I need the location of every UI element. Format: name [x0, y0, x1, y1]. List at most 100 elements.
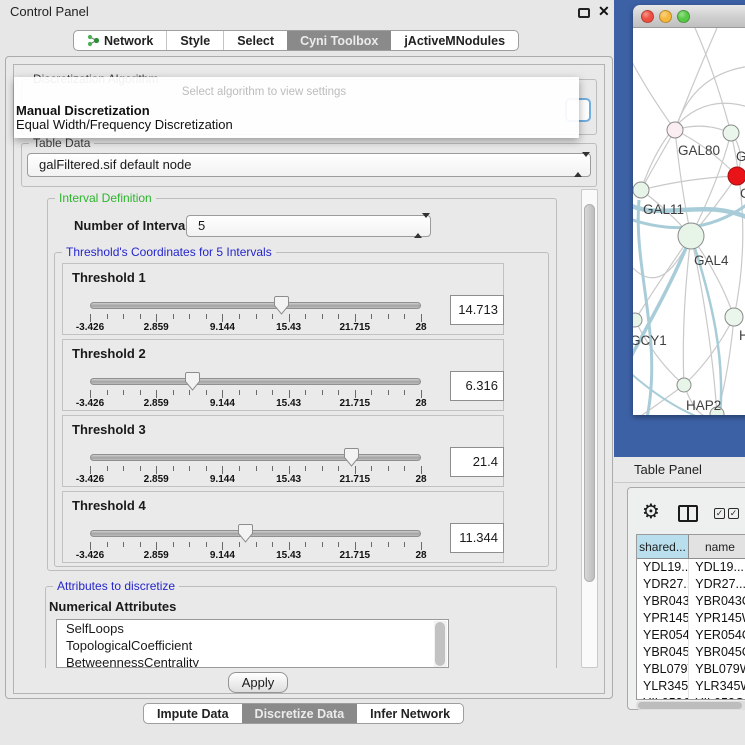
table-row[interactable]: YLR345WYLR345W [637, 678, 745, 695]
table-row[interactable]: YDL19...YDL19... [637, 559, 745, 576]
tick-mark [222, 390, 223, 398]
tick-mark [355, 314, 356, 322]
top-tab-bar: Network Style SelectCyni ToolboxjActiveMNo… [73, 30, 519, 51]
network-node-label: GA [736, 149, 745, 164]
dropdown-option-manual-discretization[interactable]: Manual Discretization [16, 103, 150, 118]
tab-style-label: Style [180, 34, 210, 48]
tick-mark [338, 390, 339, 395]
tick-mark [256, 390, 257, 395]
vertical-scrollbar[interactable] [581, 189, 598, 668]
tick-label: -3.426 [60, 474, 120, 485]
tick-mark [371, 314, 372, 319]
tab-style[interactable]: Style [166, 31, 223, 50]
zoom-traffic-light[interactable] [677, 10, 690, 23]
tick-label: 2.859 [126, 322, 186, 333]
tick-mark [272, 466, 273, 471]
table-row[interactable]: YDR27...YDR27... [637, 576, 745, 593]
network-view-window[interactable]: GAL80GACGAL11GAL4GCY1HHAP2 [633, 5, 745, 415]
tick-mark [388, 314, 389, 319]
table-row[interactable]: YBR043CYBR043C [637, 593, 745, 610]
tick-label: 28 [391, 550, 451, 561]
table-row[interactable]: YBR045CYBR045C [637, 644, 745, 661]
threshold-value-field[interactable]: 21.4 [450, 447, 504, 477]
horizontal-scrollbar[interactable] [636, 701, 745, 710]
tick-mark [239, 466, 240, 471]
slider-track[interactable] [90, 378, 421, 385]
tab-network-label: Network [104, 34, 153, 48]
tick-mark [256, 314, 257, 319]
close-traffic-light[interactable] [641, 10, 654, 23]
tick-mark [90, 314, 91, 322]
dropdown-option-equal-width-frequency-discretization[interactable]: Equal Width/Frequency Discretization [16, 117, 233, 132]
list-scrollbar-thumb[interactable] [435, 622, 445, 666]
tick-mark [140, 542, 141, 547]
tick-mark [338, 314, 339, 319]
network-canvas[interactable]: GAL80GACGAL11GAL4GCY1HHAP2 [633, 28, 745, 415]
numerical-attributes-label: Numerical Attributes [49, 599, 176, 614]
attribute-item-selfloops[interactable]: SelfLoops [57, 620, 448, 637]
table-data-combobox[interactable]: galFiltered.sif default node [27, 153, 591, 177]
tick-mark [90, 390, 91, 398]
column-header-name[interactable]: name [689, 535, 745, 558]
network-edge-highlighted [638, 200, 652, 415]
threshold-value-field[interactable]: 6.316 [450, 371, 504, 401]
checkbox-icon[interactable]: ✓ [714, 508, 725, 519]
horizontal-scrollbar-thumb[interactable] [638, 702, 742, 709]
number-of-intervals-combobox[interactable]: 5 [186, 215, 431, 237]
tick-mark [404, 466, 405, 471]
network-edge [675, 28, 717, 130]
number-of-intervals-label: Number of Intervals [74, 218, 196, 233]
threshold-label: Threshold 3 [72, 422, 146, 437]
bottom-tab-discretize-data-label: Discretize Data [255, 707, 345, 721]
gear-icon[interactable]: ⚙ [642, 499, 660, 523]
tab-network[interactable]: Network [74, 31, 166, 50]
network-node-label: GAL11 [643, 202, 684, 217]
tick-mark [189, 466, 190, 471]
network-node [633, 182, 649, 198]
attribute-item-topologicalcoefficient[interactable]: TopologicalCoefficient [57, 637, 448, 654]
table-row[interactable]: YIL052CYIL052C [637, 695, 745, 700]
tab-jactivemnodules[interactable]: jActiveMNodules [391, 31, 518, 50]
slider-thumb[interactable] [238, 524, 253, 548]
float-panel-icon[interactable] [578, 8, 590, 18]
slider-thumb[interactable] [185, 372, 200, 396]
numerical-attributes-list[interactable]: SelfLoopsTopologicalCoefficientBetweenne… [56, 619, 449, 668]
tab-select[interactable]: Select [223, 31, 287, 50]
table-row[interactable]: YBL079WYBL079W [637, 661, 745, 678]
minimize-traffic-light[interactable] [659, 10, 672, 23]
table-row[interactable]: YPR145WYPR145W [637, 610, 745, 627]
network-graph: GAL80GACGAL11GAL4GCY1HHAP2 [633, 28, 745, 415]
slider-track[interactable] [90, 530, 421, 537]
tick-mark [107, 390, 108, 395]
slider-thumb[interactable] [344, 448, 359, 472]
list-scrollbar[interactable] [434, 621, 447, 667]
close-icon[interactable]: ✕ [598, 3, 610, 20]
column-header-shared-name[interactable]: shared... [637, 535, 689, 558]
checkbox-icon[interactable]: ✓ [728, 508, 739, 519]
tick-mark [404, 390, 405, 395]
dropdown-hint: Select algorithm to view settings [84, 86, 444, 98]
table-row[interactable]: YER054CYER054C [637, 627, 745, 644]
control-panel-titlebar: Control Panel ✕ [0, 0, 614, 24]
tick-mark [123, 466, 124, 471]
vertical-scrollbar-thumb[interactable] [584, 204, 595, 582]
tick-mark [322, 390, 323, 395]
attribute-item-betweennesscentrality[interactable]: BetweennessCentrality [57, 654, 448, 668]
bottom-tab-discretize-data[interactable]: Discretize Data [242, 704, 358, 723]
tick-mark [289, 542, 290, 550]
slider-thumb[interactable] [274, 296, 289, 320]
split-columns-icon[interactable] [678, 505, 698, 522]
tick-mark [206, 390, 207, 395]
apply-button[interactable]: Apply [228, 672, 288, 693]
slider-track[interactable] [90, 454, 421, 461]
tick-mark [388, 466, 389, 471]
tick-mark [404, 314, 405, 319]
threshold-value-field[interactable]: 14.713 [450, 295, 504, 325]
table-header-row: shared... name [637, 535, 745, 559]
tab-cyni-toolbox[interactable]: Cyni Toolbox [287, 31, 391, 50]
bottom-tab-infer-network[interactable]: Infer Network [357, 704, 463, 723]
threshold-value-field[interactable]: 11.344 [450, 523, 504, 553]
bottom-tab-impute-data[interactable]: Impute Data [144, 704, 242, 723]
tick-mark [107, 542, 108, 547]
slider-track[interactable] [90, 302, 421, 309]
